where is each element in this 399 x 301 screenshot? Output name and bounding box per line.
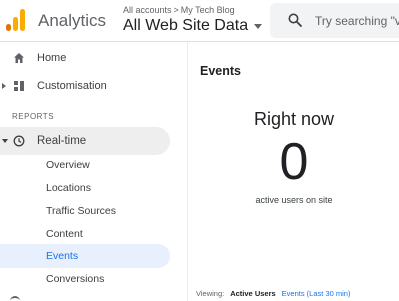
viewing-label: Viewing:: [196, 289, 225, 298]
sidebar-item-customisation[interactable]: Customisation: [0, 73, 187, 99]
logo-bar-medium: [13, 17, 18, 31]
breadcrumb-accounts[interactable]: All accounts: [123, 5, 172, 15]
logo-bar-short: [6, 24, 11, 31]
sidebar-item-realtime[interactable]: Real-time: [0, 128, 187, 154]
active-users-count: 0: [279, 133, 309, 191]
sidebar-subitem-overview[interactable]: Overview: [46, 159, 90, 171]
main-panel: Events Right now 0 active users on site …: [187, 42, 399, 301]
view-name: All Web Site Data: [123, 17, 249, 34]
analytics-logo-icon[interactable]: [6, 7, 26, 31]
chevron-right-icon[interactable]: [2, 83, 6, 89]
sidebar: Home Customisation REPORTS Real-time Ove…: [0, 42, 187, 301]
sidebar-item-home[interactable]: Home: [0, 45, 187, 71]
sidebar-subitem-content[interactable]: Content: [46, 228, 83, 240]
account-selector[interactable]: All accounts > My Tech Blog All Web Site D…: [123, 5, 263, 35]
chevron-down-icon: [254, 23, 263, 29]
sidebar-subitem-locations[interactable]: Locations: [46, 182, 91, 194]
chevron-down-icon[interactable]: [2, 139, 8, 143]
top-header: Analytics All accounts > My Tech Blog All …: [0, 0, 399, 42]
sidebar-item-label: Home: [37, 52, 67, 64]
breadcrumb: All accounts > My Tech Blog: [123, 5, 262, 15]
customisation-icon: [14, 81, 24, 91]
sidebar-item-label: Customisation: [37, 80, 107, 92]
app-title: Analytics: [38, 11, 107, 30]
section-reports-label: REPORTS: [12, 112, 55, 121]
sidebar-subitem-conversions[interactable]: Conversions: [46, 273, 104, 285]
page-title: Events: [200, 64, 241, 78]
breadcrumb-property[interactable]: My Tech Blog: [181, 5, 235, 15]
sidebar-item-label: Real-time: [37, 135, 87, 147]
active-item-highlight: [0, 244, 170, 268]
active-users-caption: active users on site: [255, 195, 333, 205]
tab-active-users[interactable]: Active Users: [230, 289, 275, 298]
sidebar-subitem-traffic-sources[interactable]: Traffic Sources: [46, 205, 116, 217]
logo-bar-tall: [20, 9, 25, 31]
search-icon: [288, 13, 302, 27]
right-now-label: Right now: [253, 109, 335, 129]
view-selector[interactable]: All Web Site Data: [123, 17, 263, 35]
search-input[interactable]: Try searching "v: [315, 14, 399, 28]
breadcrumb-separator: >: [173, 5, 179, 15]
tab-events-last-30-min[interactable]: Events (Last 30 min): [282, 289, 351, 298]
viewing-bar: Viewing: Active Users Events (Last 30 min): [196, 289, 350, 298]
search-box[interactable]: Try searching "v: [270, 3, 399, 38]
home-icon: [14, 53, 24, 63]
partial-nav-icon: [10, 296, 20, 301]
clock-icon: [13, 135, 25, 147]
sidebar-subitem-events[interactable]: Events: [46, 250, 78, 262]
